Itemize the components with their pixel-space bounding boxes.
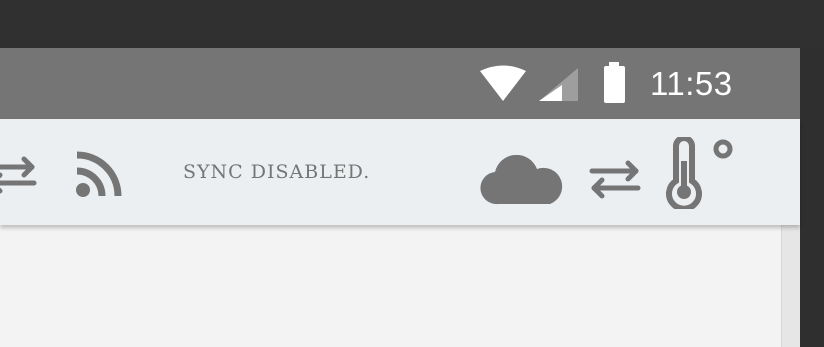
transfer-arrows-icon[interactable] [588, 158, 642, 200]
thermometer-icon[interactable] [664, 137, 744, 209]
status-clock: 11:53 [650, 65, 733, 102]
battery-icon [604, 62, 625, 103]
window-top-strip [0, 0, 824, 48]
status-bar: 11:53 [0, 48, 800, 119]
window-right-frame [800, 48, 824, 347]
transfer-arrows-icon[interactable] [0, 155, 38, 195]
main-content [0, 225, 781, 347]
cloud-icon[interactable] [480, 155, 566, 205]
content-scroll-edge [781, 225, 801, 347]
rss-feed-icon[interactable] [74, 151, 124, 199]
sync-status-label: SYNC DISABLED. [183, 161, 371, 183]
toolbar: SYNC DISABLED. [0, 119, 800, 225]
wifi-icon [480, 65, 526, 101]
cell-signal-icon [539, 68, 578, 101]
